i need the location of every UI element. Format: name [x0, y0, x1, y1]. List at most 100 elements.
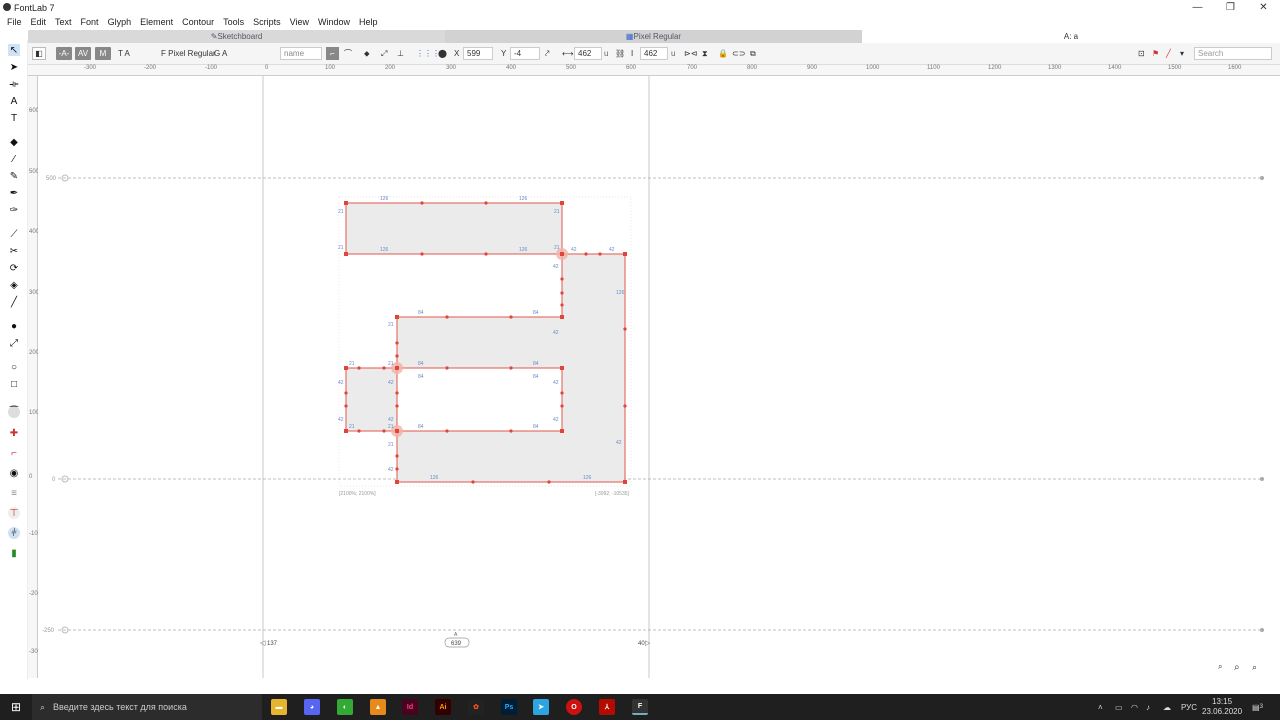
brush-icon[interactable]: ⁄	[8, 153, 20, 165]
cloud-icon[interactable]: ☁	[1163, 694, 1171, 720]
eyedropper-icon[interactable]: ⤢	[8, 337, 20, 349]
clock[interactable]: 13:15 23.06.2020	[1202, 694, 1242, 720]
telegram-icon[interactable]: ➤	[533, 699, 549, 715]
advance-width-value[interactable]: 639	[451, 641, 462, 647]
menu-glyph[interactable]: Glyph	[108, 17, 132, 27]
handle-icon[interactable]: ⤢	[381, 47, 387, 60]
link-icon[interactable]: ⊂⊃	[732, 47, 745, 60]
menu-scripts[interactable]: Scripts	[253, 17, 281, 27]
file-explorer-icon[interactable]: ▬	[271, 699, 287, 715]
node-type-icon[interactable]: ⬥	[364, 47, 370, 60]
smooth-icon[interactable]: ⌒	[344, 47, 352, 60]
left-sidebearing-arrow-icon[interactable]: ◁	[260, 640, 266, 647]
battery-icon[interactable]: ▭	[1115, 694, 1123, 720]
right-sidebearing-arrow-icon[interactable]: ▷	[645, 640, 651, 647]
guide-end-icon[interactable]	[1260, 477, 1264, 481]
tab-glyph-a[interactable]: A: a	[862, 30, 1280, 43]
y-input[interactable]: -4	[510, 47, 540, 60]
tool-m-button[interactable]: M	[95, 47, 111, 60]
minimize-button[interactable]: —	[1181, 0, 1214, 15]
guide-end-icon[interactable]	[1260, 628, 1264, 632]
taskbar-search[interactable]: ⌕ Введите здесь текст для поиска	[32, 694, 262, 720]
tool-a-button[interactable]: -A-	[56, 47, 72, 60]
duplicate-icon[interactable]: ⧉	[750, 47, 756, 60]
guide-end-icon[interactable]	[1260, 176, 1264, 180]
pencil-tool-icon[interactable]: ✎	[8, 170, 20, 182]
close-button[interactable]: ✕	[1247, 0, 1280, 15]
language-indicator[interactable]: РУС	[1181, 694, 1197, 720]
rotate-icon[interactable]: ⟳	[8, 262, 20, 274]
element-tool-icon[interactable]: ➤	[8, 61, 20, 73]
metrics-tool-icon[interactable]: ⟛	[8, 78, 20, 90]
name-field[interactable]: name	[280, 47, 322, 60]
lines-icon[interactable]: ≡	[8, 487, 20, 499]
glyph-label[interactable]: G A	[214, 47, 227, 60]
flag-icon[interactable]: ⚑	[1152, 47, 1159, 60]
pen-tool-icon[interactable]: ✒	[8, 187, 20, 199]
tangent-icon[interactable]: ⊥	[397, 47, 404, 60]
search-input[interactable]: Search	[1194, 47, 1272, 60]
eraser-icon[interactable]: ◆	[8, 136, 20, 148]
menu-help[interactable]: Help	[359, 17, 378, 27]
stroke-color-icon[interactable]: ╱	[1166, 47, 1171, 60]
fontlab-taskbar-icon[interactable]: F	[632, 699, 648, 715]
align-tool-icon[interactable]: ⫩	[8, 527, 20, 539]
hook-icon[interactable]: ⌐	[8, 447, 20, 459]
network-icon[interactable]: ◠	[1131, 694, 1138, 720]
anchor-grid-icon[interactable]: ⋮⋮⋮	[416, 47, 440, 60]
contour-top-bar[interactable]	[345, 202, 563, 255]
height-input[interactable]: 462	[640, 47, 668, 60]
indesign-icon[interactable]: Id	[402, 699, 418, 715]
zoom-in-icon[interactable]: ⌕	[1234, 662, 1240, 673]
map-app-icon[interactable]: ◐	[337, 699, 353, 715]
fill-icon[interactable]: ◈	[8, 279, 20, 291]
menu-window[interactable]: Window	[318, 17, 350, 27]
menu-font[interactable]: Font	[81, 17, 99, 27]
vlc-icon[interactable]: ▲	[370, 699, 386, 715]
flip-horizontal-icon[interactable]: ⊳⊲	[684, 47, 697, 60]
windows-start-icon[interactable]: ⊞	[0, 694, 32, 720]
ruler-top[interactable]: -300 -200 -100 0 100 200 300 400 500 600…	[28, 65, 1280, 76]
menu-element[interactable]: Element	[140, 17, 173, 27]
corner-icon[interactable]: ⌐	[326, 47, 339, 60]
notification-icon[interactable]: ▤ 3	[1252, 694, 1263, 720]
kerning-tool-icon[interactable]: A	[8, 95, 20, 107]
opera-icon[interactable]: O	[566, 699, 582, 715]
left-sidebearing-value[interactable]: 137	[267, 641, 278, 647]
font-name-label[interactable]: F Pixel Regular	[161, 47, 216, 60]
text-tool-icon[interactable]: T	[8, 112, 20, 124]
volume-icon[interactable]: ♪	[1146, 694, 1150, 720]
zoom-fit-icon[interactable]: ⌕	[1252, 662, 1257, 672]
curve-tool-icon[interactable]: ⁀	[8, 406, 20, 418]
illustrator-icon[interactable]: Ai	[435, 699, 451, 715]
guide-tool-icon[interactable]: ⊤	[8, 507, 20, 519]
lock-icon[interactable]: 🔒	[718, 47, 728, 60]
tab-pixel-regular[interactable]: ▦ Pixel Regular	[445, 30, 862, 43]
width-input[interactable]: 462	[574, 47, 602, 60]
stroke-icon[interactable]: ╱	[8, 296, 20, 308]
menu-contour[interactable]: Contour	[182, 17, 214, 27]
zoom-out-icon[interactable]: ⌕	[1218, 662, 1222, 671]
knife-icon[interactable]: ⟋	[8, 228, 20, 240]
figma-icon[interactable]: ✿	[468, 699, 484, 715]
flip-vertical-icon[interactable]: ⧗	[702, 47, 708, 60]
link-xy-icon[interactable]: ⤤	[545, 47, 550, 60]
sidebar-toggle-icon[interactable]: ⊡	[1138, 47, 1145, 60]
maximize-button[interactable]: ❐	[1214, 0, 1247, 15]
acrobat-icon[interactable]: ⅄	[599, 699, 615, 715]
menu-text[interactable]: Text	[55, 17, 72, 27]
glyph-editor-svg[interactable]: 500 0 -250 126 126 126 126 21 21 21 21 4…	[38, 76, 1280, 678]
menu-view[interactable]: View	[290, 17, 309, 27]
x-input[interactable]: 599	[463, 47, 493, 60]
discord-icon[interactable]: ◕	[304, 699, 320, 715]
menu-edit[interactable]: Edit	[31, 17, 47, 27]
tool-av-button[interactable]: AV	[75, 47, 91, 60]
tray-chevron-icon[interactable]: ˄	[1098, 694, 1103, 720]
rectangle-tool-icon[interactable]: □	[8, 378, 20, 390]
green-tool-icon[interactable]: ▮	[8, 547, 20, 559]
color-dropdown-icon[interactable]: ▾	[1180, 47, 1184, 60]
contour-tool-icon[interactable]: ↖	[8, 44, 20, 56]
scissors-icon[interactable]: ✂	[8, 245, 20, 257]
ruler-left[interactable]: 600 500 400 300 200 100 0 -100 -200 -300	[28, 76, 41, 678]
photoshop-icon[interactable]: Ps	[501, 699, 517, 715]
